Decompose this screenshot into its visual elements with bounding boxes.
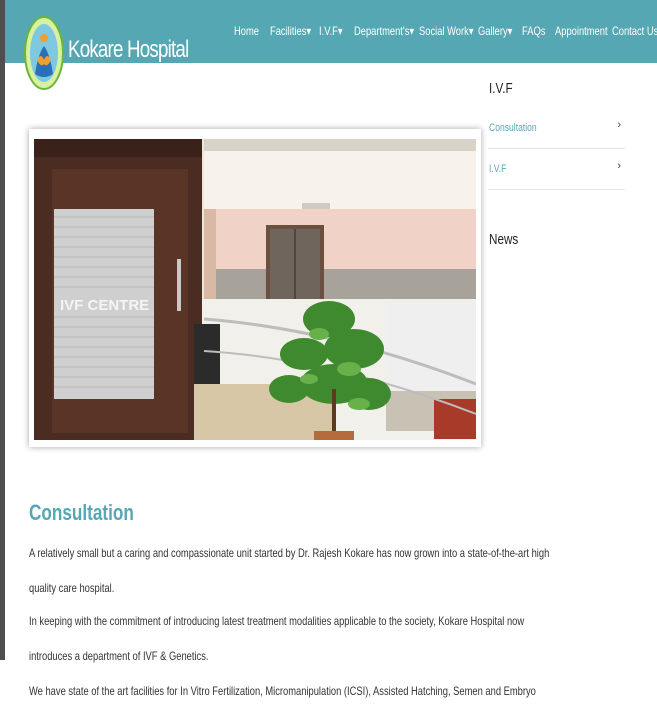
nav-home[interactable]: Home [234,24,259,38]
nav-departments[interactable]: Department's▾ [354,24,414,38]
paragraph-line: quality care hospital. [29,581,115,595]
nav-contact-us[interactable]: Contact Us [612,24,657,38]
brand-name[interactable]: Kokare Hospital [68,36,189,64]
nav-social-work[interactable]: Social Work▾ [419,24,473,38]
nav-appointment[interactable]: Appointment [555,24,608,38]
chevron-right-icon: › [617,119,621,131]
ivf-centre-photo: IVF CENTRE [34,139,476,440]
paragraph-2: In keeping with the commitment of introd… [29,604,525,674]
ivf-centre-sign-text: IVF CENTRE [60,297,149,314]
chevron-right-icon: › [617,160,621,172]
nav-gallery[interactable]: Gallery▾ [478,24,512,38]
paragraph-line: In keeping with the commitment of introd… [29,614,525,628]
content-title: Consultation [29,500,134,525]
ivf-centre-photo-frame: IVF CENTRE [29,129,481,447]
nav-ivf[interactable]: I.V.F▾ [319,24,343,38]
page-left-edge [0,0,5,660]
sidebar-link-label: I.V.F [489,163,507,175]
nav-facilities[interactable]: Facilities▾ [270,24,311,38]
sidebar-link-label: Consultation [489,122,537,134]
sidebar-title: I.V.F [489,80,513,97]
hospital-logo[interactable] [24,16,64,92]
paragraph-1: A relatively small but a caring and comp… [29,536,550,606]
news-title: News [489,231,519,248]
nav-faqs[interactable]: FAQs [522,24,545,38]
paragraph-line: introduces a department of IVF & Genetic… [29,649,209,663]
paragraph-3: We have state of the art facilities for … [29,674,536,709]
sidebar-link-consultation[interactable]: Consultation › [488,108,625,149]
paragraph-line: A relatively small but a caring and comp… [29,546,550,560]
sidebar-link-ivf[interactable]: I.V.F › [488,149,625,190]
paragraph-line: We have state of the art facilities for … [29,684,536,698]
